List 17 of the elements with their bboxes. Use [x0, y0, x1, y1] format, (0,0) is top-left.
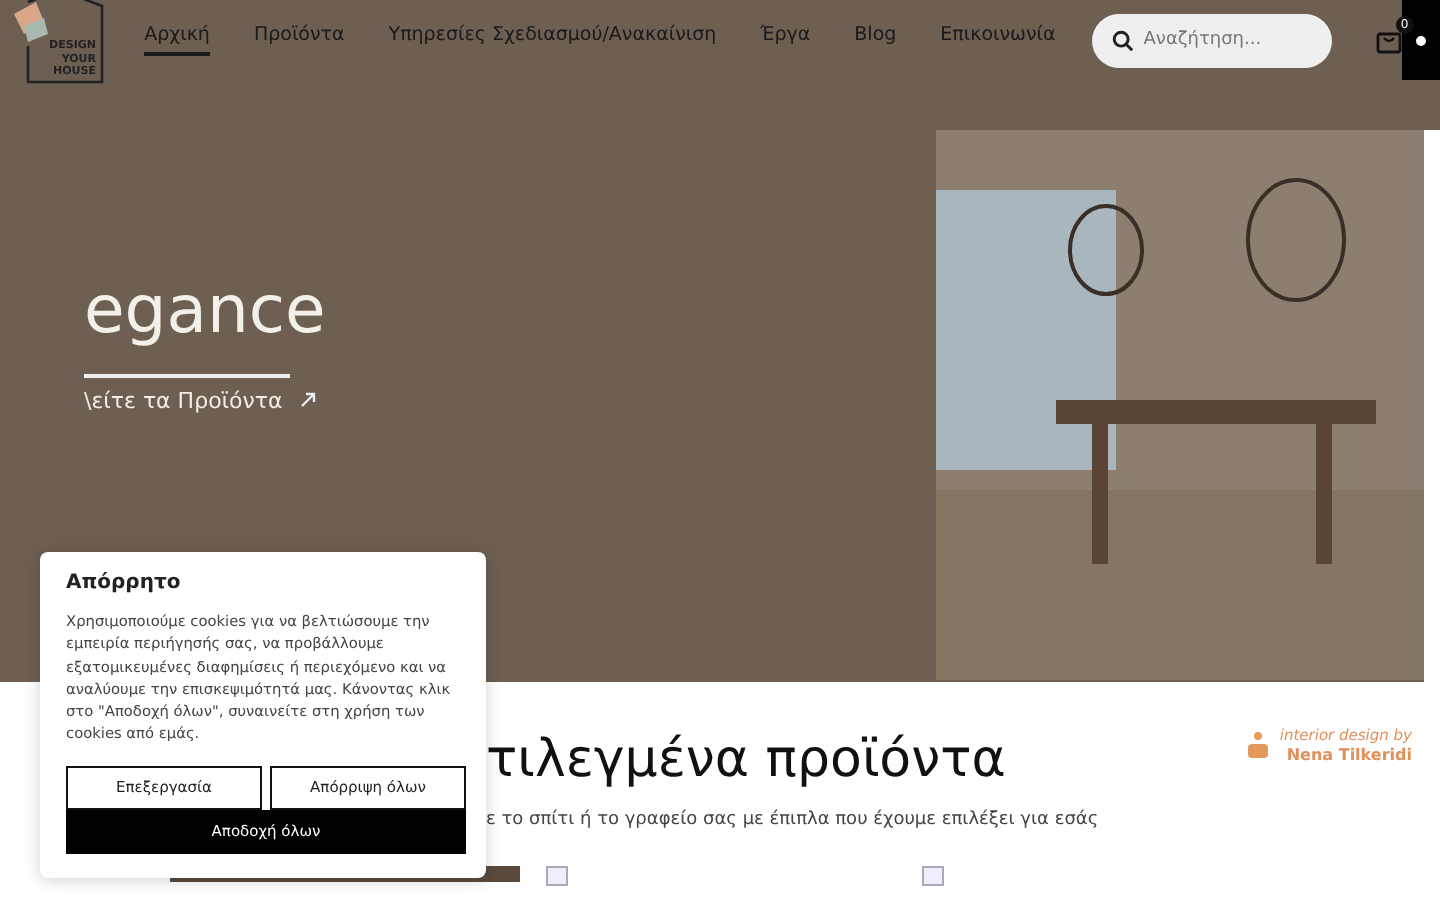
- nav-link[interactable]: Επικοινωνία: [940, 24, 1056, 56]
- arrow-icon: [300, 392, 317, 408]
- nav-link[interactable]: Αρχική: [144, 24, 210, 56]
- section-heading: τιλεγμένα προϊόντα: [486, 728, 1008, 794]
- image-icon: [922, 866, 944, 886]
- products-link[interactable]: \είτε τα Προϊόντα: [84, 387, 317, 413]
- dialog-title: Απόρρητο: [66, 572, 183, 594]
- menu-toggle[interactable]: [1401, 0, 1440, 80]
- hero-title: egance: [84, 270, 328, 348]
- nav-link[interactable]: Υπηρεσίες Σχεδιασμού/Ανακαίνιση: [388, 24, 717, 56]
- nav-link[interactable]: Έργα: [760, 24, 811, 56]
- nav-link[interactable]: Προϊόντα: [253, 24, 345, 56]
- house-logo-icon[interactable]: [8, 0, 108, 86]
- image-icon: [546, 866, 568, 886]
- nav-link[interactable]: Blog: [854, 24, 897, 56]
- search-field[interactable]: Αναζήτηση...: [1091, 13, 1332, 67]
- section-subtitle: ε το σπίτι ή το γραφείο σας με έπιπλα που έχουμε επιλέξει για εσάς: [486, 810, 1099, 830]
